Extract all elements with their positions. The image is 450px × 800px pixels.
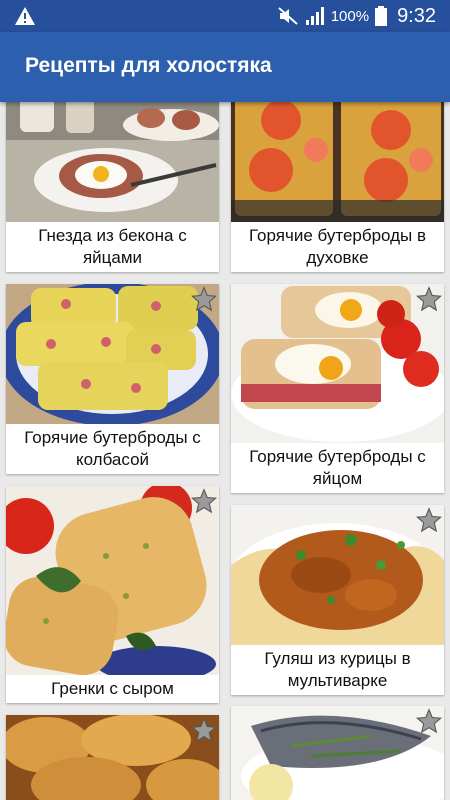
recipe-title: Горячие бутерброды с колбасой bbox=[24, 428, 201, 469]
page-title: Рецепты для холостяка bbox=[25, 54, 272, 77]
battery-icon bbox=[375, 6, 388, 26]
clock: 9:32 bbox=[397, 4, 436, 27]
recipe-card[interactable]: Гуляш из курицы в мультиварке bbox=[231, 505, 444, 695]
recipe-photo bbox=[231, 706, 444, 800]
status-right: 100% 9:32 bbox=[277, 0, 436, 32]
recipe-title: Гренки с сыром bbox=[51, 679, 174, 698]
recipe-card[interactable] bbox=[6, 715, 219, 800]
favorite-star-icon[interactable] bbox=[191, 286, 217, 312]
favorite-star-icon[interactable] bbox=[416, 708, 442, 734]
app-bar: Рецепты для холостяка bbox=[0, 32, 450, 102]
battery-percent: 100% bbox=[330, 7, 370, 25]
warning-icon bbox=[15, 7, 35, 25]
recipe-card[interactable]: Горячие бутерброды в духовке bbox=[231, 102, 444, 272]
recipe-photo bbox=[231, 102, 444, 222]
favorite-star-icon[interactable] bbox=[191, 717, 217, 743]
favorite-star-icon[interactable] bbox=[416, 286, 442, 312]
recipe-photo bbox=[6, 284, 219, 424]
recipe-photo bbox=[6, 486, 219, 675]
favorite-star-icon[interactable] bbox=[416, 507, 442, 533]
status-bar: 100% 9:32 bbox=[0, 0, 450, 32]
recipe-photo bbox=[231, 505, 444, 645]
favorite-star-icon[interactable] bbox=[191, 488, 217, 514]
signal-icon bbox=[305, 7, 324, 25]
recipe-card[interactable]: Горячие бутерброды с яйцом bbox=[231, 284, 444, 493]
mute-icon bbox=[278, 7, 298, 25]
recipe-title: Горячие бутерброды в духовке bbox=[248, 226, 427, 267]
recipe-title: Горячие бутерброды с яйцом bbox=[249, 447, 426, 488]
recipe-card[interactable]: Гренки с сыром bbox=[6, 486, 219, 703]
recipe-title: Гуляш из курицы в мультиварке bbox=[264, 649, 411, 690]
recipe-card[interactable] bbox=[231, 706, 444, 800]
recipe-photo bbox=[231, 284, 444, 443]
recipe-grid[interactable]: Гнезда из бекона с яйцами Горячие бутерб… bbox=[0, 102, 450, 800]
recipe-card[interactable]: Гнезда из бекона с яйцами bbox=[6, 102, 219, 272]
recipe-card[interactable]: Горячие бутерброды с колбасой bbox=[6, 284, 219, 474]
recipe-photo bbox=[6, 715, 219, 800]
recipe-title: Гнезда из бекона с яйцами bbox=[38, 226, 187, 267]
recipe-photo bbox=[6, 102, 219, 222]
